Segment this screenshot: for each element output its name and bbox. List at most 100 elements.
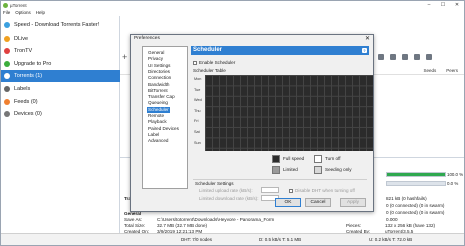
minimize-icon[interactable]: –	[422, 1, 436, 9]
scheduler-header-title: Scheduler	[193, 47, 223, 53]
pieces-value: 132 x 256 kB (have 132)	[385, 223, 436, 228]
utorrent-logo-icon	[3, 2, 8, 8]
sidebar-item-label: Upgrade to Pro	[14, 61, 52, 67]
legend-full-speed: Full speed	[283, 156, 305, 161]
legend-limited: Limited	[283, 167, 298, 172]
menu-help[interactable]: Help	[36, 10, 45, 15]
pieces-label: Pieces:	[346, 223, 362, 228]
disable-dht-label: Disable DHT when turning off	[295, 188, 355, 193]
sidebar-item-icon	[4, 61, 10, 67]
sidebar-item-label: TronTV	[14, 48, 33, 54]
day-label: Sat	[194, 130, 200, 134]
limited-download-label: Limited download rate (kB/s):	[199, 196, 259, 201]
help-icon[interactable]: ?	[362, 48, 367, 53]
sidebar-item-icon	[4, 99, 10, 105]
total-size-value: 32.7 MB (32.7 MB done)	[157, 223, 208, 228]
sidebar-item-icon	[4, 86, 10, 92]
sidebar-item-label: Speed - Download Torrents Faster!	[14, 22, 100, 28]
close-icon[interactable]: ✕	[450, 1, 464, 9]
column-seeds[interactable]: Seeds	[423, 68, 436, 73]
sidebar-item-label: Feeds (0)	[14, 99, 38, 105]
enable-scheduler-checkbox[interactable]	[193, 61, 197, 65]
scheduler-header: Scheduler ?	[191, 46, 369, 55]
legend-full-speed-swatch	[272, 155, 280, 163]
gear-icon[interactable]	[426, 54, 432, 60]
tree-item-ui-settings[interactable]: UI Settings	[147, 63, 171, 69]
settings-icon[interactable]	[390, 54, 396, 60]
title-bar: µTorrent – ☐ ✕	[1, 1, 464, 9]
sidebar-item-icon	[4, 36, 10, 42]
preferences-dialog: Preferences ✕ General Privacy UI Settings D…	[130, 34, 374, 212]
tree-item-scheduler[interactable]: Scheduler	[147, 106, 170, 113]
menu-options[interactable]: Options	[15, 10, 31, 15]
progress-text-downloaded: 100.0 %	[447, 172, 464, 177]
sidebar-item-7[interactable]: Devices (0)	[1, 108, 120, 120]
sidebar-item-1[interactable]: DLive	[1, 33, 120, 45]
day-label: Thu	[194, 108, 201, 113]
day-label: Sun	[194, 140, 201, 145]
sidebar-item-icon	[4, 22, 10, 28]
legend-turn-off: Turn off	[325, 156, 341, 161]
tree-item-bandwidth[interactable]: Bandwidth	[147, 82, 170, 88]
disable-dht-checkbox[interactable]	[289, 189, 293, 193]
tree-item-bittorrent[interactable]: BitTorrent	[147, 88, 169, 94]
tree-item-queueing[interactable]: Queueing	[147, 100, 169, 106]
tree-item-advanced[interactable]: Advanced	[147, 138, 169, 144]
day-label: Mon	[194, 77, 202, 81]
day-label: Wed	[194, 98, 202, 103]
tree-item-connection[interactable]: Connection	[147, 75, 172, 81]
scheduler-table-label: Scheduler Table	[193, 68, 226, 73]
preferences-tree: General Privacy UI Settings Directories Conn…	[142, 46, 188, 189]
column-peers[interactable]: Peers	[446, 68, 458, 73]
tree-item-directories[interactable]: Directories	[147, 69, 171, 75]
cancel-button[interactable]: Cancel	[305, 198, 331, 207]
toolbar	[120, 16, 464, 30]
tree-item-privacy[interactable]: Privacy	[147, 56, 164, 62]
legend-turn-off-swatch	[314, 155, 322, 163]
add-torrent-icon[interactable]: +	[122, 52, 127, 62]
sidebar-item-icon	[4, 48, 10, 54]
day-label: Fri	[194, 119, 199, 124]
sidebar-item-0[interactable]: Speed - Download Torrents Faster!	[1, 19, 120, 31]
day-label: Tue	[194, 87, 201, 92]
seeds-value: 0 (0 connected) (0 in swarm)	[386, 203, 445, 208]
limited-upload-label: Limited upload rate (kB/s):	[199, 188, 253, 193]
wasted-value: 821 kB (0 hashfails)	[386, 196, 427, 201]
sidebar: Speed - Download Torrents Faster! DLive Tr…	[1, 16, 120, 233]
close-icon[interactable]: ✕	[365, 35, 370, 42]
maximize-icon[interactable]: ☐	[436, 1, 450, 9]
rss-icon[interactable]	[378, 54, 384, 60]
preferences-title: Preferences	[134, 36, 160, 41]
app-window: µTorrent – ☐ ✕ File Options Help Speed -…	[0, 0, 465, 246]
sidebar-item-icon	[4, 111, 10, 117]
peers-value: 0 (0 connected) (0 in swarm)	[386, 210, 445, 215]
enable-scheduler-label: Enable Scheduler	[199, 60, 236, 65]
legend-seeding-only-swatch	[314, 166, 322, 174]
sidebar-item-label: DLive	[14, 36, 29, 42]
tree-item-remote[interactable]: Remote	[147, 113, 165, 119]
tree-item-label[interactable]: Label	[147, 132, 160, 138]
scheduler-settings-label: Scheduler Settings	[195, 181, 234, 186]
tree-item-general[interactable]: General	[147, 50, 165, 56]
chat-icon[interactable]	[414, 54, 420, 60]
sidebar-item-label: Labels	[14, 86, 31, 92]
sidebar-item-2[interactable]: TronTV	[1, 45, 120, 57]
total-size-label: Total Size:	[124, 223, 146, 228]
sidebar-item-3[interactable]: Upgrade to Pro	[1, 58, 120, 70]
menu-file[interactable]: File	[3, 10, 10, 15]
sidebar-item-6[interactable]: Feeds (0)	[1, 96, 120, 108]
save-as-value: C:\Users\totorrent\Downloads\Heyvore - P…	[157, 217, 275, 222]
save-as-label: Save As:	[124, 217, 143, 222]
scheduler-grid[interactable]	[205, 75, 373, 151]
sidebar-item-5[interactable]: Labels	[1, 83, 120, 95]
remote-icon[interactable]	[402, 54, 408, 60]
ok-button[interactable]: OK	[275, 198, 301, 207]
sidebar-item-4[interactable]: Torrents (1)	[1, 70, 120, 82]
apply-button[interactable]: Apply	[340, 198, 366, 207]
status-upload: U: 0.2 kB/s T: 72.0 kB	[369, 237, 413, 242]
tree-item-transfer-cap[interactable]: Transfer Cap	[147, 94, 176, 100]
sidebar-item-icon	[4, 73, 10, 79]
limited-upload-input[interactable]	[261, 187, 279, 193]
tree-item-paired-devices[interactable]: Paired Devices	[147, 126, 180, 132]
tree-item-playback[interactable]: Playback	[147, 119, 168, 125]
